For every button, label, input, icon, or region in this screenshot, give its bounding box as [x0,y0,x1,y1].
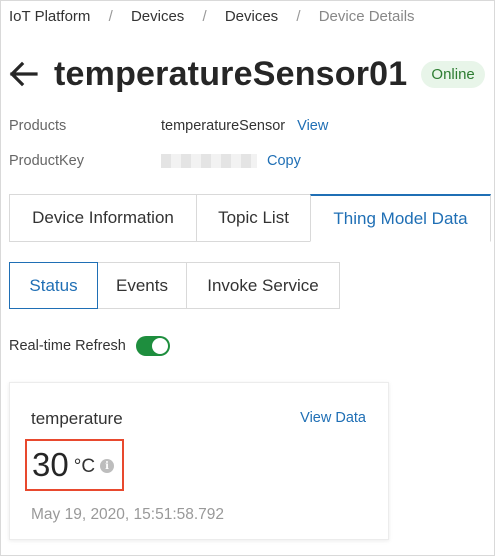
breadcrumb-item-current: Device Details [318,8,415,25]
toggle-knob [151,338,168,354]
tab-thing-model-data[interactable]: Thing Model Data [310,194,491,242]
info-icon[interactable]: i [100,459,115,473]
breadcrumb-item-devices-list[interactable]: Devices [225,8,278,25]
device-tabs: Device Information Topic List Thing Mode… [9,194,491,242]
breadcrumb: IoT Platform / Devices / Devices / Devic… [9,8,415,25]
subtab-events[interactable]: Events [98,262,187,309]
realtime-refresh: Real-time Refresh [9,336,170,356]
property-unit: °C [73,456,96,477]
page-title: temperatureSensor01 [54,54,408,93]
property-value: 30 [32,446,69,483]
view-data-link[interactable]: View Data [300,410,366,426]
copy-productkey-link[interactable]: Copy [267,153,301,169]
products-label: Products [9,118,67,134]
breadcrumb-item-iot-platform[interactable]: IoT Platform [9,8,90,25]
masked-product-key [161,154,257,169]
status-badge: Online [421,60,485,88]
back-arrow-icon[interactable] [8,61,38,87]
tab-device-information[interactable]: Device Information [9,194,196,242]
product-name: temperatureSensor [161,118,286,134]
realtime-refresh-label: Real-time Refresh [9,338,126,354]
breadcrumb-separator: / [108,8,113,25]
products-value: temperatureSensor View [161,118,328,134]
subtab-invoke-service[interactable]: Invoke Service [187,262,340,309]
tab-topic-list[interactable]: Topic List [196,194,310,242]
property-value-highlight: 30 °C i [25,439,124,491]
productkey-value: Copy [161,153,301,169]
title-row: temperatureSensor01 Online [8,52,485,96]
subtab-status[interactable]: Status [9,262,98,309]
property-timestamp: May 19, 2020, 15:51:58.792 [31,506,225,523]
property-card-temperature: temperature View Data 30 °C i May 19, 20… [9,382,389,540]
view-product-link[interactable]: View [297,118,328,134]
realtime-refresh-toggle[interactable] [135,336,170,356]
breadcrumb-separator: / [202,8,207,25]
property-name: temperature [31,409,123,428]
productkey-label: ProductKey [9,153,84,169]
breadcrumb-separator: / [296,8,301,25]
breadcrumb-item-devices[interactable]: Devices [131,8,184,25]
thing-model-subtabs: Status Events Invoke Service [9,262,340,309]
